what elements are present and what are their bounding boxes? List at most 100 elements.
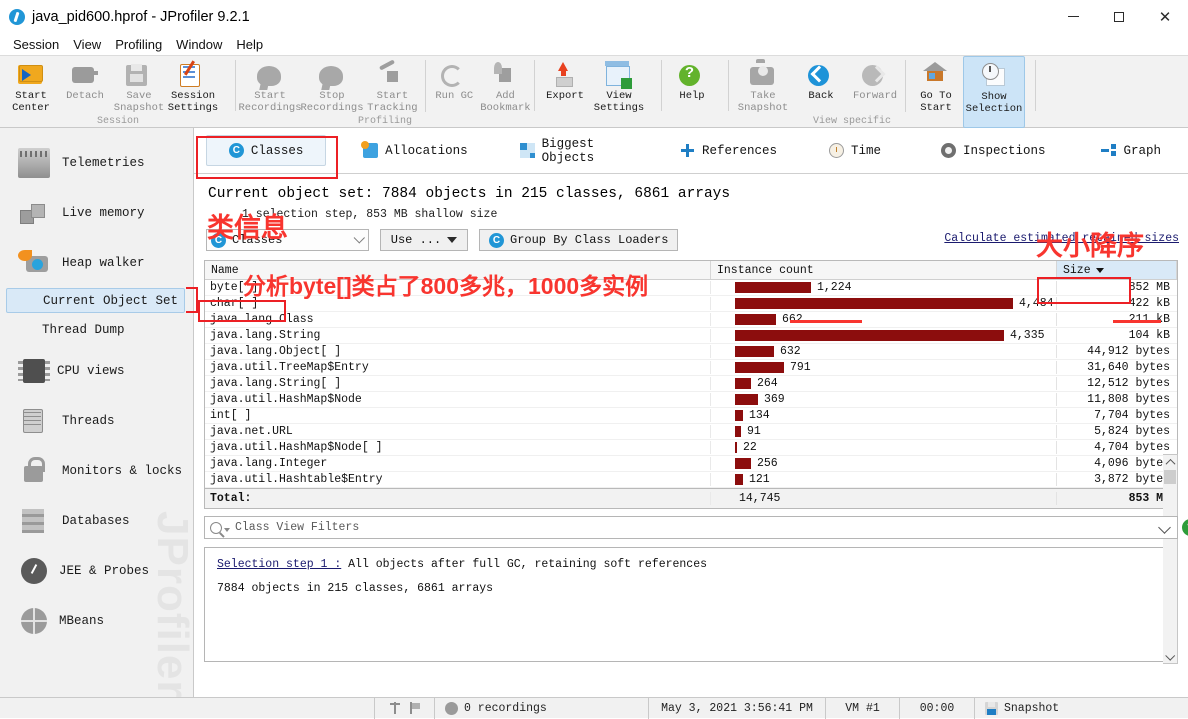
cell-class-name: java.lang.Object[ ] [205, 345, 711, 358]
menu-item-session[interactable]: Session [6, 36, 66, 53]
add-bookmark-label-1: Add [495, 90, 515, 102]
tab-inspections[interactable]: Inspections [926, 135, 1061, 166]
heap-walker-icon [18, 248, 50, 278]
total-count: 14,745 [711, 492, 1057, 505]
instance-count-bar [735, 298, 1013, 309]
monitors-locks-icon [18, 456, 50, 486]
show-selection-label-2: Selection [965, 102, 1023, 115]
table-scrollbar[interactable] [1163, 454, 1178, 664]
status-bar: 0 recordings May 3, 2021 3:56:41 PM VM #… [0, 697, 1188, 719]
tab-classes[interactable]: Classes [206, 135, 327, 166]
selection-step-link[interactable]: Selection step 1 : [217, 558, 341, 571]
cell-class-name: java.lang.Class [205, 313, 711, 326]
maximize-button[interactable] [1096, 0, 1142, 33]
table-row[interactable]: java.util.HashMap$Node[ ] 22 4,704 bytes [205, 440, 1177, 456]
allocations-icon [361, 141, 379, 158]
live-memory-icon [18, 198, 50, 228]
tab-biggest-objects[interactable]: Biggest Objects [505, 129, 643, 173]
sidebar-label-heap-walker: Heap walker [62, 256, 145, 270]
table-row[interactable]: java.util.HashMap$Node 369 11,808 bytes [205, 392, 1177, 408]
start-center-label-1: Start [15, 90, 47, 102]
toolbar-separator [424, 60, 426, 112]
instance-count-value: 264 [757, 377, 778, 390]
instance-count-value: 134 [749, 409, 770, 422]
save-snapshot-label-1: Save [126, 90, 152, 102]
toolbar-group-view-specific: Take Snapshot Back Forward Go To Start S… [732, 56, 1032, 128]
minimize-button[interactable] [1050, 0, 1096, 33]
column-header-size[interactable]: Size [1057, 261, 1177, 279]
sidebar-item-threads[interactable]: Threads [0, 396, 193, 446]
sidebar-item-cpu-views[interactable]: CPU views [0, 346, 193, 396]
tab-label-allocations: Allocations [385, 143, 468, 158]
sidebar-item-heap-walker[interactable]: Heap walker [0, 238, 193, 288]
tab-label-references: References [701, 143, 777, 158]
table-row[interactable]: java.util.TreeMap$Entry 791 31,640 bytes [205, 360, 1177, 376]
toolbar-separator [235, 60, 236, 111]
table-row[interactable]: int[ ] 134 7,704 bytes [205, 408, 1177, 424]
cell-instance-count: 264 [711, 377, 1057, 390]
pin-icon[interactable] [389, 701, 402, 715]
cell-instance-count: 632 [711, 345, 1057, 358]
instance-count-bar [735, 314, 776, 325]
menu-item-window[interactable]: Window [169, 36, 229, 53]
tab-references[interactable]: References [665, 135, 792, 166]
stop-recordings-icon [319, 66, 343, 86]
chevron-down-icon[interactable] [1158, 521, 1171, 534]
table-row[interactable]: java.lang.Class662211 kB [205, 312, 1177, 328]
tab-graph[interactable]: Graph [1086, 135, 1176, 166]
cell-size: 11,808 bytes [1087, 393, 1170, 406]
session-settings-icon [180, 64, 200, 87]
sidebar-item-telemetries[interactable]: Telemetries [0, 138, 193, 188]
table-row[interactable]: java.lang.Object[ ] 632 44,912 bytes [205, 344, 1177, 360]
menu-item-help[interactable]: Help [229, 36, 270, 53]
sidebar-label-mbeans: MBeans [59, 614, 105, 628]
tab-time[interactable]: Time [814, 135, 896, 166]
table-row[interactable]: java.net.URL 91 5,824 bytes [205, 424, 1177, 440]
annotation-size-desc: 大小降序 [1036, 231, 1144, 261]
class-view-filter[interactable]: Class View Filters ? [204, 516, 1188, 539]
export-button[interactable]: Export [538, 56, 592, 128]
cell-instance-count: 256 [711, 457, 1057, 470]
sidebar-item-current-object-set[interactable]: Current Object Set [6, 288, 185, 313]
table-row[interactable]: java.util.Hashtable$Entry 121 3,872 bytes [205, 472, 1177, 488]
tab-label-graph: Graph [1123, 143, 1161, 158]
table-row[interactable]: java.lang.Integer 256 4,096 bytes [205, 456, 1177, 472]
group-by-class-loaders-button[interactable]: Group By Class Loaders [479, 229, 679, 251]
table-row[interactable]: java.lang.String[ ] 264 12,512 bytes [205, 376, 1177, 392]
cpu-views-icon [18, 359, 50, 383]
menu-item-profiling[interactable]: Profiling [108, 36, 169, 53]
sidebar-label-cpu-views: CPU views [57, 364, 125, 378]
instance-count-bar [735, 474, 743, 485]
start-recordings-icon [257, 66, 281, 86]
sidebar-item-monitors-locks[interactable]: Monitors & locks [0, 446, 193, 496]
cell-class-name: java.lang.String[ ] [205, 377, 711, 390]
scroll-up-icon[interactable] [1163, 455, 1177, 469]
scroll-down-icon[interactable] [1163, 649, 1176, 663]
title-bar: java_pid600.hprof - JProfiler 9.2.1 ✕ [0, 0, 1188, 33]
filter-help-icon[interactable]: ? [1182, 519, 1188, 536]
menu-item-view[interactable]: View [66, 36, 108, 53]
forward-icon [862, 65, 883, 86]
tab-allocations[interactable]: Allocations [348, 135, 483, 166]
status-icons[interactable] [375, 697, 435, 719]
take-snapshot-icon [750, 67, 774, 85]
use-button[interactable]: Use ... [380, 229, 468, 251]
cell-size: 3,872 bytes [1094, 473, 1170, 486]
take-snapshot-label-1: Take [750, 90, 776, 102]
table-row[interactable]: java.lang.String 4,335 104 kB [205, 328, 1177, 344]
table-total-row: Total: 14,745 853 MB [205, 488, 1177, 508]
export-label: Export [546, 90, 584, 102]
inspections-icon [940, 143, 956, 158]
instance-count-value: 632 [780, 345, 801, 358]
column-header-count[interactable]: Instance count [711, 261, 1057, 279]
scrollbar-thumb[interactable] [1164, 470, 1176, 484]
cell-class-name: int[ ] [205, 409, 711, 422]
view-settings-button[interactable]: View Settings [592, 56, 646, 128]
instance-count-value: 22 [743, 441, 757, 454]
chevron-down-icon [353, 232, 365, 244]
sidebar-item-thread-dump[interactable]: Thread Dump [6, 317, 185, 342]
sidebar-item-live-memory[interactable]: Live memory [0, 188, 193, 238]
toolbar-group-session-label: Session [96, 116, 139, 127]
close-icon[interactable]: ✕ [1142, 0, 1188, 33]
flag-icon[interactable] [408, 701, 421, 715]
